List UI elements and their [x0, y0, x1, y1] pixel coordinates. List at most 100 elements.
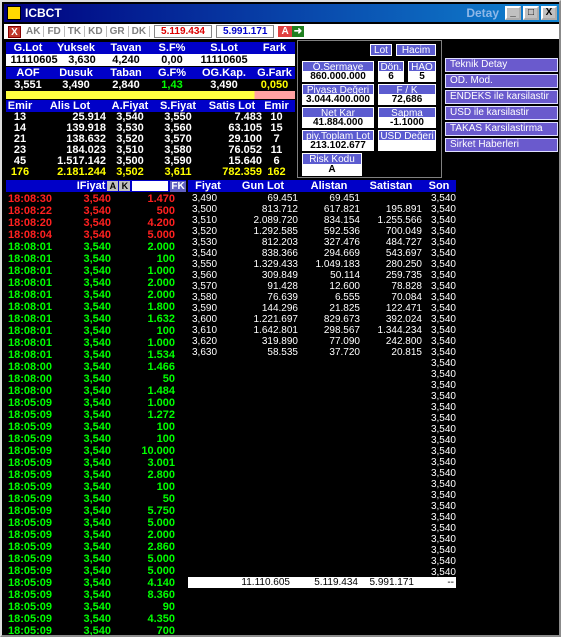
trade-cell: 18:05:09 [8, 553, 53, 565]
takas-karsilastirma-button[interactable]: TAKAS Karsilastirma [445, 122, 558, 136]
trades-hdr-fiyat[interactable]: IFiyat [6, 180, 106, 192]
trades-hdr-k[interactable]: K [119, 181, 131, 191]
toolbar-tk[interactable]: TK [65, 26, 86, 37]
trade-row[interactable]: 18:05:09 3,540 4.140 [8, 577, 178, 589]
trade-row[interactable]: 18:08:00 3,540 1.466 [8, 361, 178, 373]
trade-cell: 3,540 [83, 325, 111, 337]
toolbar-dk[interactable]: DK [129, 26, 151, 37]
trade-cell: 3,540 [83, 493, 111, 505]
od-mod-button[interactable]: OD. Mod. [445, 74, 558, 88]
trade-cell: 3,540 [83, 373, 111, 385]
trade-row[interactable]: 18:08:01 3,540 1.632 [8, 313, 178, 325]
trade-row[interactable]: 18:05:09 3,540 100 [8, 481, 178, 493]
trades-hdr-fk[interactable]: FK [170, 180, 186, 192]
trade-row[interactable]: 18:05:09 3,540 4.350 [8, 613, 178, 625]
teknik-detay-button[interactable]: Teknik Detay [445, 58, 558, 72]
depth-row[interactable]: 3,560 309.849 50.114 259.735 [192, 270, 456, 281]
minimize-button[interactable]: _ [505, 6, 521, 20]
hacim-button[interactable]: Hacim [396, 44, 436, 56]
depth-row[interactable]: 3,610 1.642.801 298.567 1.344.234 [192, 325, 456, 336]
trade-cell: 3,540 [83, 601, 111, 613]
depth-cell: 829.673 [323, 314, 360, 325]
trade-row[interactable]: 18:05:09 3,540 2.000 [8, 529, 178, 541]
depth-hdr-son[interactable]: Son [422, 180, 456, 192]
depth-row[interactable]: 3,570 91.428 12.600 78.828 [192, 281, 456, 292]
depth-hdr-fiyat[interactable]: Fiyat [188, 180, 228, 192]
close-button[interactable]: X [541, 6, 557, 20]
usd-button[interactable]: USD Değeri [378, 130, 436, 142]
depth-cell: 69.451 [329, 193, 360, 204]
trade-row[interactable]: 18:08:22 3,540 500 [8, 205, 178, 217]
toolbar-ak[interactable]: AK [23, 26, 45, 37]
depth-row[interactable]: 3,600 1.221.697 829.673 392.024 [192, 314, 456, 325]
trade-row[interactable]: 18:08:01 3,540 1.800 [8, 301, 178, 313]
depth-row[interactable]: 3,620 319.890 77.090 242.800 [192, 336, 456, 347]
trade-row[interactable]: 18:05:09 3,540 100 [8, 433, 178, 445]
trade-row[interactable]: 18:05:09 3,540 5.750 [8, 505, 178, 517]
depth-row[interactable]: 3,540 838.366 294.669 543.697 [192, 248, 456, 259]
trade-row[interactable]: 18:05:09 3,540 50 [8, 493, 178, 505]
trade-cell: 2.860 [147, 541, 175, 553]
trade-row[interactable]: 18:08:01 3,540 2.000 [8, 289, 178, 301]
trades-filter-box[interactable] [132, 181, 169, 191]
trade-row[interactable]: 18:08:01 3,540 2.000 [8, 241, 178, 253]
trade-row[interactable]: 18:05:09 3,540 5.000 [8, 517, 178, 529]
toolbar-fd[interactable]: FD [44, 26, 65, 37]
trade-cell: 18:08:00 [8, 385, 53, 397]
trade-row[interactable]: 18:05:09 3,540 10.000 [8, 445, 178, 457]
son-cell: 3,540 [430, 292, 456, 303]
trade-row[interactable]: 18:08:01 3,540 100 [8, 253, 178, 265]
trade-row[interactable]: 18:05:09 3,540 1.000 [8, 397, 178, 409]
trade-row[interactable]: 18:08:01 3,540 1.534 [8, 349, 178, 361]
piy-toplam-value: 213.102.677 [302, 141, 374, 151]
trade-row[interactable]: 18:08:00 3,540 1.484 [8, 385, 178, 397]
trade-row[interactable]: 18:08:01 3,540 100 [8, 325, 178, 337]
depth-row[interactable]: 3,510 2.089.720 834.154 1.255.566 [192, 215, 456, 226]
toolbar-gr[interactable]: GR [107, 26, 129, 37]
arrow-right-icon[interactable]: ➜ [291, 26, 305, 37]
depth-hdr-satistan[interactable]: Satistan [360, 180, 422, 192]
trade-row[interactable]: 18:05:09 3,540 100 [8, 421, 178, 433]
trades-hdr-a[interactable]: A [107, 181, 119, 191]
trade-row[interactable]: 18:05:09 3,540 3.001 [8, 457, 178, 469]
trade-row[interactable]: 18:05:09 3,540 2.860 [8, 541, 178, 553]
trade-row[interactable]: 18:05:09 3,540 2.800 [8, 469, 178, 481]
toolbar-kd[interactable]: KD [85, 26, 107, 37]
depth-row[interactable]: 3,530 812.203 327.476 484.727 [192, 237, 456, 248]
toolbar-a-button[interactable]: A [278, 26, 292, 37]
trade-row[interactable]: 18:05:09 3,540 1.272 [8, 409, 178, 421]
son-cell: 3,540 [430, 204, 456, 215]
trade-row[interactable]: 18:05:09 3,540 90 [8, 601, 178, 613]
depth-row[interactable]: 3,500 813.712 617.821 195.891 [192, 204, 456, 215]
sirket-haberleri-button[interactable]: Sirket Haberleri [445, 138, 558, 152]
close-icon[interactable]: X [8, 25, 21, 38]
son-cell: 3,540 [430, 358, 456, 369]
trade-row[interactable]: 18:08:04 3,540 5.000 [8, 229, 178, 241]
scrollbar[interactable] [456, 178, 463, 633]
trade-row[interactable]: 18:05:09 3,540 8.360 [8, 589, 178, 601]
trade-row[interactable]: 18:08:01 3,540 2.000 [8, 277, 178, 289]
depth-row[interactable]: 3,630 58.535 37.720 20.815 [192, 347, 456, 358]
lot-button[interactable]: Lot [370, 44, 392, 56]
depth-row[interactable]: 3,490 69.451 69.451 [192, 193, 456, 204]
trade-row[interactable]: 18:08:01 3,540 1.000 [8, 337, 178, 349]
trade-row[interactable]: 18:08:00 3,540 50 [8, 373, 178, 385]
trade-row[interactable]: 18:08:20 3,540 4.200 [8, 217, 178, 229]
depth-hdr-alistan[interactable]: Alistan [298, 180, 360, 192]
depth-row[interactable]: 3,590 144.296 21.825 122.471 [192, 303, 456, 314]
trade-row[interactable]: 18:05:09 3,540 5.000 [8, 553, 178, 565]
hdr-dusuk: Dusuk [59, 67, 93, 79]
depth-row[interactable]: 3,580 76.639 6.555 70.084 [192, 292, 456, 303]
trade-row[interactable]: 18:08:30 3,540 1.470 [8, 193, 178, 205]
depth-row[interactable]: 3,520 1.292.585 592.536 700.049 [192, 226, 456, 237]
trade-cell: 5.000 [147, 565, 175, 577]
depth-hdr-gunlot[interactable]: Gun Lot [228, 180, 298, 192]
title-bar[interactable]: ICBCT Detay _ □ X [4, 4, 559, 22]
usd-karsilastir-button[interactable]: USD ile karsilastir [445, 106, 558, 120]
trade-row[interactable]: 18:08:01 3,540 1.000 [8, 265, 178, 277]
trade-row[interactable]: 18:05:09 3,540 700 [8, 625, 178, 635]
maximize-button[interactable]: □ [523, 6, 539, 20]
endeks-karsilastir-button[interactable]: ENDEKS ile karsilastir [445, 90, 558, 104]
trade-row[interactable]: 18:05:09 3,540 5.000 [8, 565, 178, 577]
depth-row[interactable]: 3,550 1.329.433 1.049.183 280.250 [192, 259, 456, 270]
